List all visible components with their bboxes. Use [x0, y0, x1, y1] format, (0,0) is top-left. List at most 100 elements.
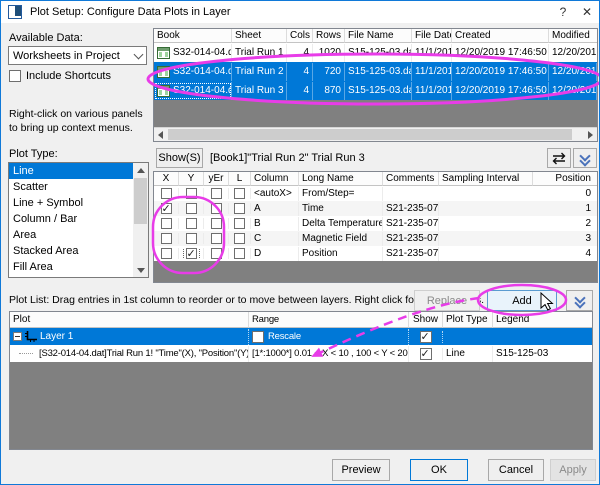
label-checkbox[interactable]: [234, 233, 245, 244]
available-data-dropdown[interactable]: Worksheets in Project: [8, 46, 147, 65]
preview-button[interactable]: Preview: [332, 459, 390, 481]
yerr-checkbox[interactable]: [211, 203, 222, 214]
plot-type-item[interactable]: Area: [9, 227, 133, 243]
column-row[interactable]: D Position S21-235-07 4: [154, 246, 597, 261]
available-data-value: Worksheets in Project: [9, 50, 130, 62]
x-checkbox[interactable]: [161, 248, 172, 259]
column-header-show[interactable]: Show: [409, 312, 443, 328]
column-header-comments[interactable]: Comments: [383, 172, 439, 186]
plot-type-scrollbar[interactable]: [133, 163, 148, 277]
show-button[interactable]: Show(S): [156, 148, 203, 168]
y-checkbox[interactable]: [186, 233, 197, 244]
replace-button[interactable]: Replace: [414, 290, 480, 311]
yerr-checkbox[interactable]: [211, 233, 222, 244]
x-checkbox[interactable]: [161, 188, 172, 199]
worksheet-icon: [157, 85, 170, 97]
help-button[interactable]: ?: [551, 2, 575, 22]
include-shortcuts-checkbox-row[interactable]: Include Shortcuts: [9, 70, 111, 82]
column-header-filedate[interactable]: File Date: [412, 29, 452, 43]
column-header-range[interactable]: Range: [249, 312, 409, 328]
column-header-modified[interactable]: Modified: [549, 29, 597, 43]
column-header-legend[interactable]: Legend: [493, 312, 592, 328]
worksheet-row[interactable]: S32-014-04.dat Trial Run 3 4 870 S15-125…: [154, 81, 597, 100]
scroll-left-icon[interactable]: [154, 128, 167, 141]
scrollbar-thumb[interactable]: [168, 129, 572, 140]
column-header-position[interactable]: Position: [533, 172, 597, 186]
cancel-button[interactable]: Cancel: [488, 459, 544, 481]
column-header-filename[interactable]: File Name: [345, 29, 412, 43]
swap-columns-button[interactable]: [547, 148, 571, 168]
column-header-sampling[interactable]: Sampling Interval: [439, 172, 533, 186]
plot-type-item[interactable]: Line: [9, 163, 133, 179]
column-header-l[interactable]: L: [229, 172, 251, 186]
column-header-sheet[interactable]: Sheet: [232, 29, 287, 43]
yerr-checkbox[interactable]: [211, 248, 222, 259]
expand-plotlist-button[interactable]: [566, 290, 593, 311]
available-data-label: Available Data:: [9, 32, 83, 44]
scroll-right-icon[interactable]: [584, 128, 597, 141]
column-header-x[interactable]: X: [154, 172, 179, 186]
include-shortcuts-checkbox[interactable]: [9, 70, 21, 82]
y-checkbox[interactable]: [186, 218, 197, 229]
y-checkbox[interactable]: [186, 248, 197, 259]
label-checkbox[interactable]: [234, 203, 245, 214]
add-button[interactable]: Add: [487, 290, 557, 311]
ok-button[interactable]: OK: [410, 459, 468, 481]
column-header-plottype[interactable]: Plot Type: [443, 312, 493, 328]
worksheet-row[interactable]: S32-014-04.dat Trial Run 1 4 1020 S15-12…: [154, 43, 597, 62]
x-checkbox[interactable]: [161, 233, 172, 244]
rescale-checkbox[interactable]: [252, 331, 264, 343]
column-header-book[interactable]: Book: [154, 29, 232, 43]
label-checkbox[interactable]: [234, 218, 245, 229]
plot-type-item[interactable]: Column / Bar: [9, 211, 133, 227]
y-checkbox[interactable]: [186, 203, 197, 214]
show-layer-checkbox[interactable]: [420, 331, 432, 343]
label-checkbox[interactable]: [234, 248, 245, 259]
plot-name: [S32-014-04.dat]Trial Run 1! "Time"(X), …: [39, 346, 249, 362]
horizontal-scrollbar[interactable]: [154, 127, 597, 141]
layer-row[interactable]: Layer 1 Rescale: [10, 328, 592, 345]
close-button[interactable]: ✕: [575, 2, 599, 22]
x-checkbox[interactable]: [161, 203, 172, 214]
active-sheet-label: [Book1]"Trial Run 2" Trial Run 3: [210, 152, 365, 164]
column-header-longname[interactable]: Long Name: [299, 172, 383, 186]
worksheets-table: Book Sheet Cols Rows File Name File Date…: [153, 28, 598, 142]
yerr-checkbox[interactable]: [211, 218, 222, 229]
collapse-icon[interactable]: [13, 332, 22, 341]
scrollbar-thumb[interactable]: [134, 178, 147, 224]
y-checkbox[interactable]: [186, 188, 197, 199]
plot-type-item[interactable]: Line + Symbol: [9, 195, 133, 211]
column-header-yer[interactable]: yEr: [204, 172, 229, 186]
show-plot-checkbox[interactable]: [420, 348, 432, 360]
yerr-checkbox[interactable]: [211, 188, 222, 199]
columns-table: X Y yEr L Column Long Name Comments Samp…: [153, 171, 598, 283]
plot-row[interactable]: [S32-014-04.dat]Trial Run 1! "Time"(X), …: [10, 345, 592, 362]
x-checkbox[interactable]: [161, 218, 172, 229]
column-row[interactable]: C Magnetic Field S21-235-07 3: [154, 231, 597, 246]
column-header-cols[interactable]: Cols: [287, 29, 313, 43]
plot-type-label: Plot Type:: [9, 148, 58, 160]
chevron-down-icon: [133, 50, 143, 60]
column-header-column[interactable]: Column: [251, 172, 299, 186]
scroll-up-icon[interactable]: [133, 163, 148, 177]
column-row[interactable]: A Time S21-235-07 1: [154, 201, 597, 216]
column-row[interactable]: <autoX> From/Step= 0: [154, 186, 597, 201]
apply-button[interactable]: Apply: [550, 459, 596, 481]
column-row[interactable]: B Delta Temperature S21-235-07 2: [154, 216, 597, 231]
plot-type-list: Line Scatter Line + Symbol Column / Bar …: [8, 162, 149, 278]
table-empty-area: [154, 261, 597, 282]
plot-type-item[interactable]: Fill Area: [9, 259, 133, 275]
column-header-plot[interactable]: Plot: [10, 312, 249, 328]
title-bar[interactable]: Plot Setup: Configure Data Plots in Laye…: [1, 1, 599, 23]
worksheet-row[interactable]: S32-014-04.dat Trial Run 2 4 720 S15-125…: [154, 62, 597, 81]
expand-panel-button[interactable]: [573, 148, 597, 168]
rescale-label: Rescale: [268, 329, 301, 345]
column-header-rows[interactable]: Rows: [313, 29, 345, 43]
column-header-y[interactable]: Y: [179, 172, 204, 186]
scroll-down-icon[interactable]: [133, 263, 148, 277]
label-checkbox[interactable]: [234, 188, 245, 199]
layer-name: Layer 1: [40, 329, 73, 345]
plot-type-item[interactable]: Stacked Area: [9, 243, 133, 259]
plot-type-item[interactable]: Scatter: [9, 179, 133, 195]
column-header-created[interactable]: Created: [452, 29, 549, 43]
